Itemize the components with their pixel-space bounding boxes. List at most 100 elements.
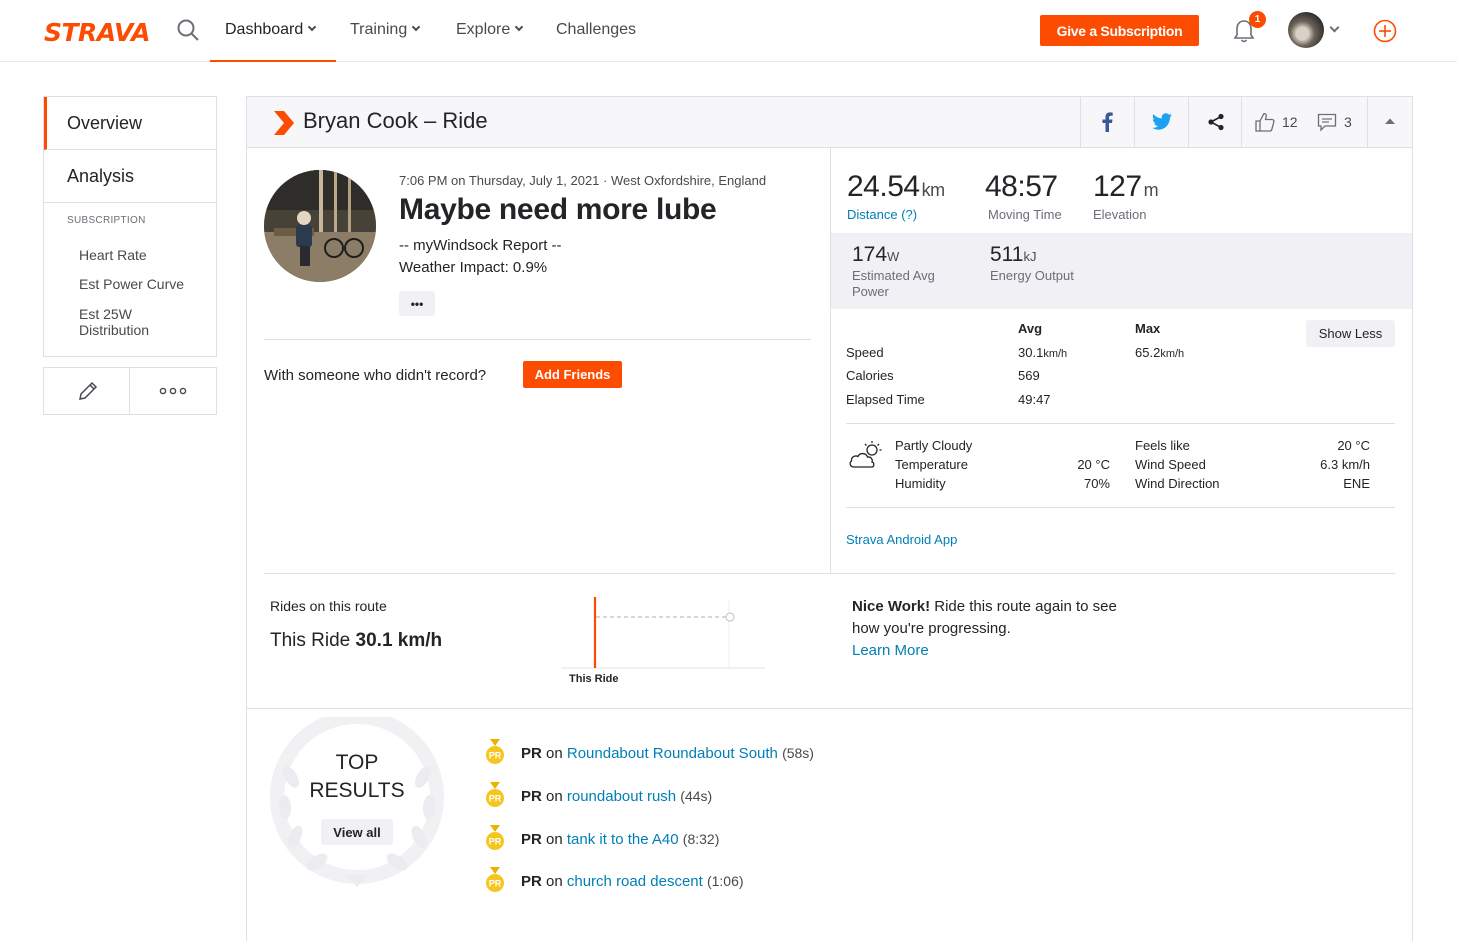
- energy-label: Energy Output: [990, 268, 1074, 283]
- pr-medal-icon: PR: [486, 867, 504, 892]
- wind-direction-value: ENE: [1343, 476, 1370, 491]
- nav-explore-label: Explore: [456, 21, 511, 38]
- calories-label: Calories: [846, 368, 894, 383]
- plus-circle-icon[interactable]: [1373, 19, 1397, 43]
- view-all-results-button[interactable]: View all: [321, 819, 393, 845]
- elevation-value: 127: [1093, 170, 1142, 203]
- nav-challenges[interactable]: Challenges: [556, 0, 636, 62]
- search-icon[interactable]: [176, 18, 200, 42]
- this-ride-prefix: This Ride: [270, 630, 351, 651]
- feels-like-value: 20 °C: [1337, 438, 1370, 453]
- chevron-down-icon: [411, 22, 421, 32]
- top-results-title-line2: RESULTS: [309, 779, 405, 802]
- nice-work-heading: Nice Work!: [852, 598, 931, 615]
- share-twitter-button[interactable]: [1134, 97, 1188, 147]
- result-on: on: [546, 787, 563, 805]
- this-ride-speed: 30.1 km/h: [355, 630, 443, 651]
- comment-icon: [1317, 113, 1337, 132]
- nav-training[interactable]: Training: [350, 0, 421, 62]
- pr-medal-badge: PR: [489, 751, 502, 761]
- strava-logo[interactable]: STRAVA: [44, 18, 150, 47]
- pr-medal-icon: PR: [486, 782, 504, 807]
- nav-dashboard-label: Dashboard: [225, 21, 304, 38]
- notification-badge: 1: [1249, 11, 1266, 28]
- comments-button[interactable]: 3: [1305, 97, 1367, 147]
- give-subscription-button[interactable]: Give a Subscription: [1040, 15, 1199, 46]
- sidebar-tab-analysis[interactable]: Analysis: [44, 150, 216, 203]
- sidebar-link-heart-rate[interactable]: Heart Rate: [79, 247, 209, 263]
- athlete-avatar[interactable]: [264, 170, 376, 282]
- sidebar-link-est-power-curve[interactable]: Est Power Curve: [79, 276, 209, 292]
- chevron-down-icon[interactable]: [1329, 22, 1340, 33]
- energy-unit: kJ: [1023, 249, 1037, 264]
- result-prefix: PR: [521, 872, 542, 890]
- chart-point: [725, 612, 735, 622]
- sidebar-link-est-25w-distribution[interactable]: Est 25W Distribution: [79, 306, 179, 338]
- speed-label: Speed: [846, 345, 884, 360]
- more-icon[interactable]: [159, 385, 187, 397]
- collapse-button[interactable]: [1367, 97, 1412, 147]
- elapsed-time-label: Elapsed Time: [846, 392, 925, 407]
- nav-challenges-label: Challenges: [556, 21, 637, 38]
- divider: [129, 368, 130, 414]
- device-app-link[interactable]: Strava Android App: [846, 532, 957, 547]
- top-results-title-line1: TOP: [335, 751, 379, 774]
- segment-link[interactable]: roundabout rush: [567, 788, 676, 805]
- sidebar-actions: [43, 367, 217, 415]
- comments-count: 3: [1344, 114, 1352, 130]
- divider: [264, 573, 1395, 574]
- user-avatar[interactable]: [1288, 12, 1324, 48]
- divider: [264, 339, 811, 340]
- edit-icon[interactable]: [76, 379, 100, 403]
- sidebar-tab-overview[interactable]: Overview: [44, 97, 216, 150]
- divider: [846, 507, 1395, 508]
- speed-max-unit: km/h: [1160, 348, 1185, 360]
- nav-explore[interactable]: Explore: [456, 0, 524, 62]
- result-time: (1:06): [706, 872, 744, 889]
- result-item: PR PR on church road descent (1:06): [485, 867, 744, 895]
- more-description-button[interactable]: •••: [399, 291, 435, 316]
- result-on: on: [546, 872, 563, 890]
- result-prefix: PR: [521, 744, 542, 762]
- activity-description-line1: -- myWindsock Report --: [399, 237, 562, 254]
- result-item: PR PR on Roundabout Roundabout South (58…: [485, 739, 814, 767]
- with-someone-text: With someone who didn't record?: [264, 367, 487, 384]
- table-header-avg: Avg: [1018, 321, 1043, 336]
- add-friends-button[interactable]: Add Friends: [523, 361, 622, 388]
- result-on: on: [546, 830, 563, 848]
- result-time: (44s): [680, 787, 713, 804]
- divider: [846, 423, 1395, 424]
- segment-link[interactable]: church road descent: [567, 873, 703, 890]
- wind-speed-label: Wind Speed: [1135, 457, 1206, 472]
- distance-stat: 24.54 km: [847, 170, 945, 204]
- distance-label[interactable]: Distance (?): [847, 207, 917, 222]
- speed-avg-unit: km/h: [1043, 348, 1068, 360]
- chevron-down-icon: [515, 22, 524, 32]
- nav-dashboard[interactable]: Dashboard: [210, 0, 336, 62]
- pr-medal-badge: PR: [489, 794, 502, 804]
- kudos-count: 12: [1282, 114, 1298, 130]
- moving-time-label: Moving Time: [988, 207, 1062, 222]
- twitter-icon: [1152, 113, 1172, 130]
- top-navigation: STRAVA Dashboard Training Explore Challe…: [0, 0, 1457, 62]
- energy-stat: 511kJ: [990, 243, 1036, 267]
- chart-this-ride-label: This Ride: [569, 673, 619, 685]
- this-ride-summary: This Ride 30.1 km/h: [270, 630, 442, 652]
- activity-title: Maybe need more lube: [399, 193, 717, 226]
- calories-value: 569: [1018, 368, 1040, 383]
- share-button[interactable]: [1188, 97, 1241, 147]
- result-item: PR PR on tank it to the A40 (8:32): [485, 825, 720, 853]
- learn-more-link[interactable]: Learn More: [852, 642, 929, 659]
- activity-header: Bryan Cook – Ride 12 3: [247, 97, 1412, 148]
- segment-link[interactable]: Roundabout Roundabout South: [567, 745, 778, 762]
- top-results-title: TOP RESULTS: [267, 749, 447, 805]
- result-time: (8:32): [682, 830, 720, 847]
- kudos-button[interactable]: 12: [1241, 97, 1305, 147]
- show-less-button[interactable]: Show Less: [1306, 320, 1395, 347]
- elevation-stat: 127 m: [1093, 170, 1159, 204]
- share-facebook-button[interactable]: [1080, 97, 1134, 147]
- activity-description-line2: Weather Impact: 0.9%: [399, 259, 548, 276]
- wind-speed-value: 6.3 km/h: [1320, 457, 1370, 472]
- segment-link[interactable]: tank it to the A40: [567, 831, 679, 848]
- divider: [830, 148, 831, 573]
